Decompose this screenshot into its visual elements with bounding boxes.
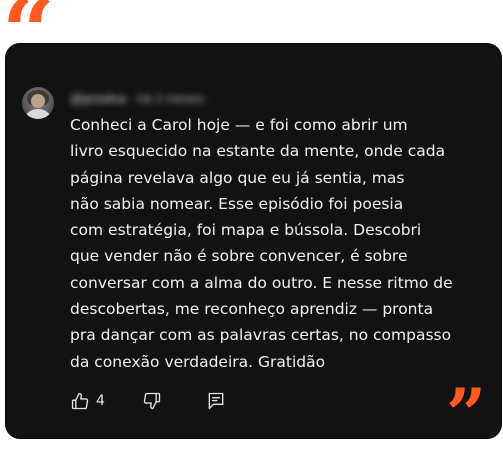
- comment-line: com estratégia, foi mapa e bússola. Desc…: [70, 221, 422, 240]
- comment-line: descobertas, me reconheço aprendiz — pro…: [70, 300, 434, 319]
- like-count: 4: [96, 393, 105, 409]
- comment-line: livro esquecido na estante da mente, ond…: [70, 142, 446, 161]
- comment-text: Conheci a Carol hoje — e foi como abrir …: [70, 112, 470, 375]
- comment-line: da conexão verdadeira. Gratidão: [70, 352, 326, 371]
- thumbs-down-icon: [142, 391, 162, 411]
- reply-comment-icon: [206, 391, 226, 411]
- comment-line: pra dançar com as palavras certas, no co…: [70, 326, 452, 345]
- comment-line: Conheci a Carol hoje — e foi como abrir …: [70, 116, 408, 134]
- avatar[interactable]: [22, 87, 54, 119]
- like-button[interactable]: 4: [70, 390, 105, 412]
- close-quote-mark: ”: [446, 373, 486, 456]
- dislike-button[interactable]: [142, 390, 162, 412]
- comment-meta: @jessilva · há 2 meses: [70, 91, 205, 106]
- avatar-body-shape: [26, 109, 50, 119]
- comment-line: não sabia nomear. Esse episódio foi poes…: [70, 194, 404, 213]
- comment-timestamp[interactable]: há 2 meses: [137, 91, 204, 106]
- meta-separator: ·: [129, 91, 134, 106]
- comment-line: conversar com a alma do outro. E nesse r…: [70, 273, 453, 292]
- reply-button[interactable]: [206, 390, 226, 412]
- author-handle[interactable]: @jessilva: [70, 91, 126, 106]
- avatar-face-shape: [31, 94, 45, 108]
- thumbs-up-icon: [70, 391, 90, 411]
- comment-line: que vender não é sobre convencer, é sobr…: [70, 247, 408, 266]
- open-quote-mark: “: [2, 0, 55, 86]
- comment-line: página revelava algo que eu já sentia, m…: [70, 168, 405, 187]
